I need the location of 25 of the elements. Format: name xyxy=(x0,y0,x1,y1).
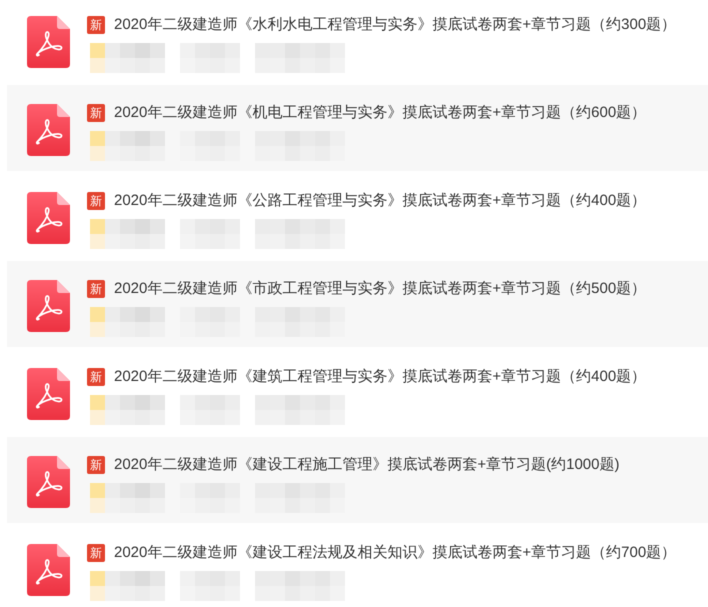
pdf-file-icon xyxy=(27,456,70,508)
new-badge: 新 xyxy=(87,368,105,386)
file-title-link[interactable]: 2020年二级建造师《水利水电工程管理与实务》摸底试卷两套+章节习题（约300题） xyxy=(114,16,676,34)
pixelated-block xyxy=(180,395,240,425)
new-badge: 新 xyxy=(87,544,105,562)
pdf-file-icon xyxy=(27,368,70,420)
new-badge: 新 xyxy=(87,104,105,122)
pdf-file-icon xyxy=(27,104,70,156)
new-badge: 新 xyxy=(87,192,105,210)
new-badge: 新 xyxy=(87,16,105,34)
file-title-link[interactable]: 2020年二级建造师《建设工程施工管理》摸底试卷两套+章节习题(约1000题) xyxy=(114,456,620,474)
pixelated-block xyxy=(180,571,240,601)
pixelated-block xyxy=(180,43,240,73)
new-badge: 新 xyxy=(87,456,105,474)
pixelated-block xyxy=(180,219,240,249)
pdf-file-icon xyxy=(27,16,70,68)
file-title-link[interactable]: 2020年二级建造师《公路工程管理与实务》摸底试卷两套+章节习题（约400题） xyxy=(114,192,646,210)
pdf-file-icon xyxy=(27,544,70,596)
new-badge: 新 xyxy=(87,280,105,298)
file-title-link[interactable]: 2020年二级建造师《市政工程管理与实务》摸底试卷两套+章节习题（约500题） xyxy=(114,280,646,298)
file-title-link[interactable]: 2020年二级建造师《建设工程法规及相关知识》摸底试卷两套+章节习题（约700题） xyxy=(114,544,676,562)
file-title-link[interactable]: 2020年二级建造师《机电工程管理与实务》摸底试卷两套+章节习题（约600题） xyxy=(114,104,646,122)
file-title-link[interactable]: 2020年二级建造师《建筑工程管理与实务》摸底试卷两套+章节习题（约400题） xyxy=(114,368,646,386)
pdf-file-icon xyxy=(27,192,70,244)
pdf-file-icon xyxy=(27,280,70,332)
